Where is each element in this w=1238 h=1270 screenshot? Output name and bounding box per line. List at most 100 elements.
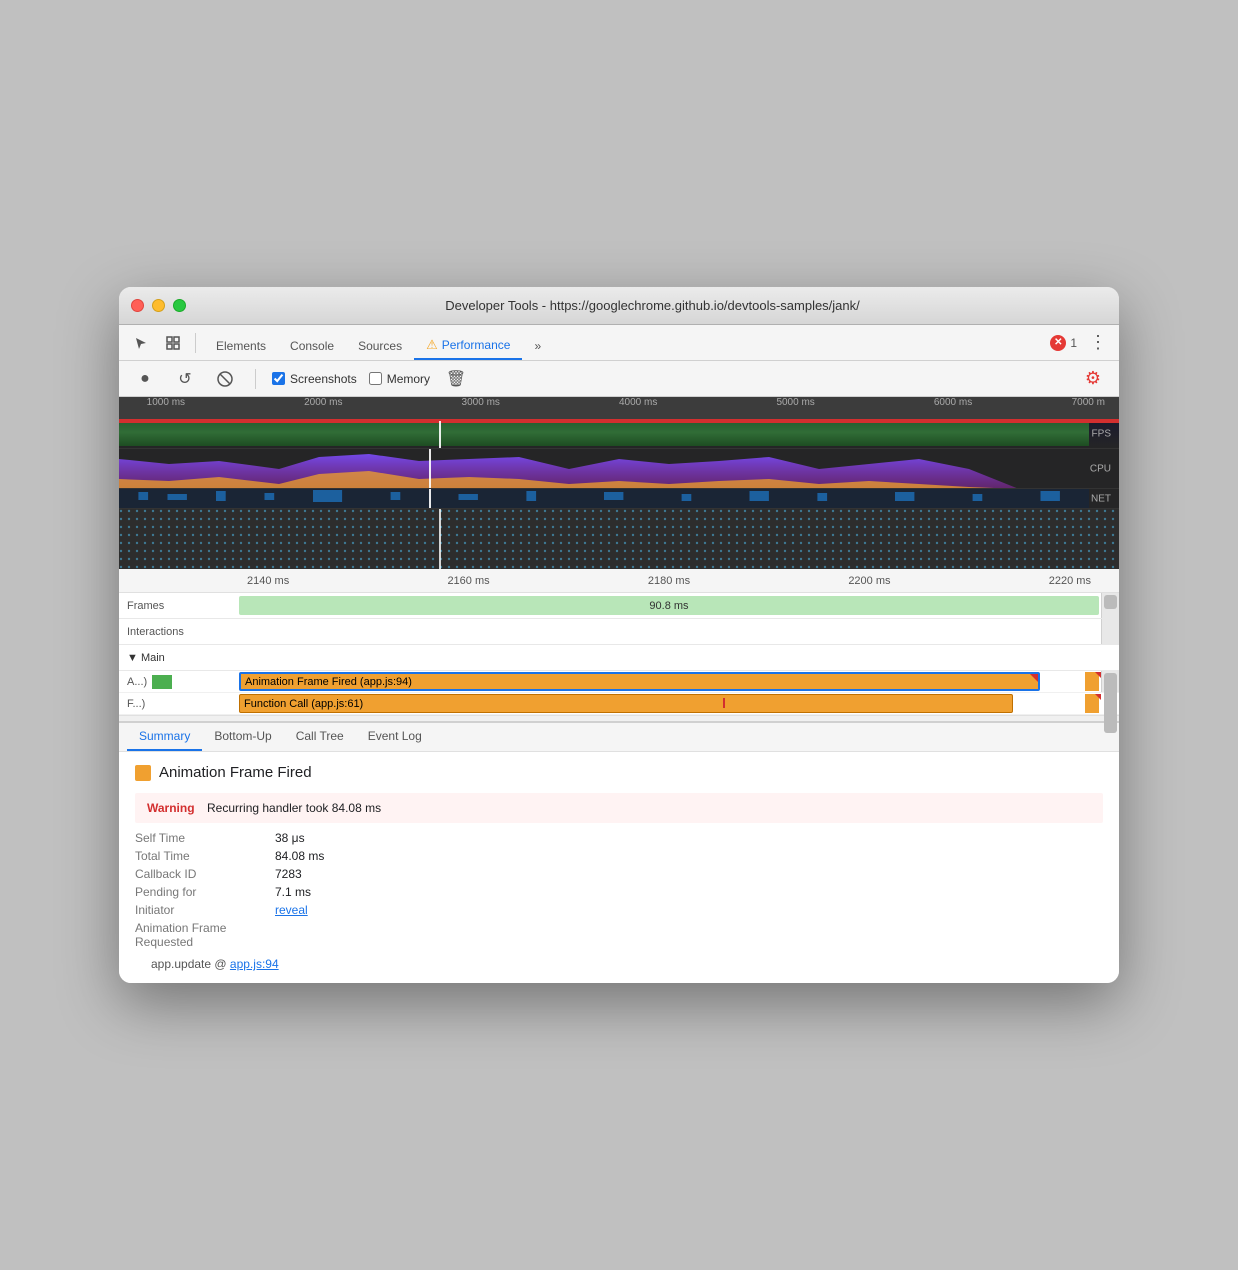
function-call-bar[interactable]: Function Call (app.js:61) (239, 694, 1013, 713)
frames-duration: 90.8 ms (649, 600, 688, 612)
flame-label-2: F...) (119, 698, 239, 710)
tab-event-log[interactable]: Event Log (356, 723, 434, 751)
summary-color-indicator (135, 765, 151, 781)
callback-id-key: Callback ID (135, 867, 275, 881)
detail-mark-3: 2180 ms (648, 575, 690, 587)
memory-checkbox[interactable] (369, 372, 382, 385)
more-options-button[interactable]: ⋮ (1085, 332, 1111, 353)
fps-label: FPS (1092, 428, 1111, 439)
stack-text: app.update @ (151, 957, 227, 971)
detail-mark-1: 2140 ms (247, 575, 289, 587)
frames-bar: 90.8 ms (239, 596, 1099, 615)
tab-sources[interactable]: Sources (346, 332, 414, 360)
net-row: NET (119, 489, 1119, 509)
overview-area: 1000 ms 2000 ms 3000 ms 4000 ms 5000 ms … (119, 397, 1119, 569)
inspect-icon[interactable] (159, 329, 187, 357)
trash-button[interactable]: 🗑 (442, 365, 470, 393)
flame-content-2[interactable]: Function Call (app.js:61) (239, 693, 1119, 714)
interactions-content (239, 619, 1119, 644)
frames-label: Frames (119, 600, 239, 612)
toolbar-divider-2 (255, 369, 256, 389)
detail-mark-2: 2160 ms (447, 575, 489, 587)
ruler-marks: 1000 ms 2000 ms 3000 ms 4000 ms 5000 ms … (127, 397, 1111, 419)
minimize-button[interactable] (152, 299, 165, 312)
detail-ruler-marks: 2140 ms 2160 ms 2180 ms 2200 ms 2220 ms (127, 575, 1111, 587)
screenshots-row: // inline pattern - just use rect elemen… (119, 509, 1119, 569)
net-label: NET (1091, 493, 1111, 504)
summary-event-title: Animation Frame Fired (159, 764, 312, 781)
perf-toolbar: ● ↺ Screenshots Memory 🗑 ⚙ (119, 361, 1119, 397)
detail-mark-5: 2220 ms (1049, 575, 1091, 587)
total-time-row: Total Time 84.08 ms (135, 849, 1103, 863)
frames-track: Frames 90.8 ms (119, 593, 1119, 619)
title-bar: Developer Tools - https://googlechrome.g… (119, 287, 1119, 325)
tab-call-tree[interactable]: Call Tree (284, 723, 356, 751)
ruler-6000: 6000 ms (934, 397, 972, 408)
frame-requested-row: Animation Frame Requested (135, 921, 1103, 949)
bottom-panel: Summary Bottom-Up Call Tree Event Log An… (119, 721, 1119, 983)
memory-toggle[interactable]: Memory (369, 372, 430, 386)
error-icon: ✕ (1050, 335, 1066, 351)
stack-row: app.update @ app.js:94 (135, 957, 1103, 971)
green-block (152, 675, 172, 689)
main-label: ▼ Main (119, 652, 239, 664)
toolbar-right: ✕ 1 ⋮ (1050, 332, 1111, 353)
total-time-key: Total Time (135, 849, 275, 863)
error-badge: ✕ 1 (1050, 335, 1077, 351)
self-time-row: Self Time 38 μs (135, 831, 1103, 845)
settings-button[interactable]: ⚙ (1079, 365, 1107, 393)
warning-message: Recurring handler took 84.08 ms (207, 801, 381, 815)
interactions-track: Interactions (119, 619, 1119, 645)
clear-button[interactable] (211, 365, 239, 393)
tab-bar: Elements Console Sources ⚠ Performance »… (119, 325, 1119, 361)
warning-icon: ⚠ (426, 337, 438, 353)
total-time-val: 84.08 ms (275, 849, 324, 863)
detail-ruler: 2140 ms 2160 ms 2180 ms 2200 ms 2220 ms (119, 569, 1119, 593)
flame-row-animation: A...) Animation Frame Fired (app.js:94) (119, 671, 1119, 693)
ruler-1000: 1000 ms (147, 397, 185, 408)
self-time-key: Self Time (135, 831, 275, 845)
bottom-tabs: Summary Bottom-Up Call Tree Event Log (119, 723, 1119, 752)
tab-bottom-up[interactable]: Bottom-Up (202, 723, 283, 751)
warning-row: Warning Recurring handler took 84.08 ms (135, 793, 1103, 823)
toolbar-divider (195, 333, 196, 353)
pending-for-val: 7.1 ms (275, 885, 311, 899)
tab-summary[interactable]: Summary (127, 723, 202, 751)
cpu-label: CPU (1090, 463, 1111, 474)
tab-more[interactable]: » (522, 332, 553, 360)
maximize-button[interactable] (173, 299, 186, 312)
detail-area: 2140 ms 2160 ms 2180 ms 2200 ms 2220 ms … (119, 569, 1119, 721)
ruler-7000: 7000 m (1072, 397, 1105, 408)
initiator-row: Initiator reveal (135, 903, 1103, 917)
cpu-chart (119, 449, 1089, 488)
traffic-lights (131, 299, 186, 312)
animation-frame-bar[interactable]: Animation Frame Fired (app.js:94) (239, 672, 1040, 691)
ruler-4000: 4000 ms (619, 397, 657, 408)
detail-mark-4: 2200 ms (848, 575, 890, 587)
reload-record-button[interactable]: ↺ (171, 365, 199, 393)
tab-elements[interactable]: Elements (204, 332, 278, 360)
initiator-link[interactable]: reveal (275, 903, 308, 917)
callback-id-row: Callback ID 7283 (135, 867, 1103, 881)
flame-content-1[interactable]: Animation Frame Fired (app.js:94) (239, 671, 1119, 692)
screenshots-toggle[interactable]: Screenshots (272, 372, 357, 386)
main-tabs: Elements Console Sources ⚠ Performance » (204, 325, 553, 360)
record-button[interactable]: ● (131, 365, 159, 393)
stack-link[interactable]: app.js:94 (230, 957, 279, 971)
devtools-window: Developer Tools - https://googlechrome.g… (119, 287, 1119, 983)
tab-performance[interactable]: ⚠ Performance (414, 332, 522, 360)
cursor-icon[interactable] (127, 329, 155, 357)
screenshots-checkbox[interactable] (272, 372, 285, 385)
pending-for-key: Pending for (135, 885, 275, 899)
summary-title-row: Animation Frame Fired (135, 764, 1103, 781)
window-title: Developer Tools - https://googlechrome.g… (198, 298, 1107, 313)
tab-console[interactable]: Console (278, 332, 346, 360)
interactions-label: Interactions (119, 626, 239, 638)
warning-label: Warning (147, 801, 195, 815)
summary-panel: Animation Frame Fired Warning Recurring … (119, 752, 1119, 983)
self-time-val: 38 μs (275, 831, 305, 845)
pending-for-row: Pending for 7.1 ms (135, 885, 1103, 899)
close-button[interactable] (131, 299, 144, 312)
initiator-key: Initiator (135, 903, 275, 917)
frame-requested-key: Animation Frame Requested (135, 921, 275, 949)
